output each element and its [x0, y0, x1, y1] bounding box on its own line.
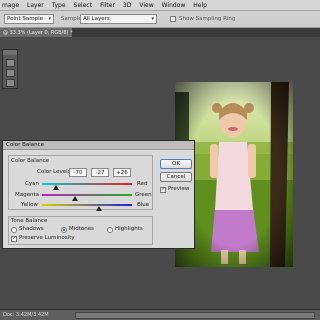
- tool-icon[interactable]: [6, 69, 15, 77]
- shadows-radio[interactable]: [11, 227, 17, 233]
- highlights-radio[interactable]: [107, 227, 113, 233]
- dialog-title[interactable]: Color Balance: [3, 141, 194, 150]
- preview-checkbox[interactable]: ✓: [160, 187, 166, 193]
- show-ring-label: Show Sampling Ring: [179, 16, 236, 22]
- color-balance-group-title: Color Balance: [11, 158, 50, 164]
- green-label: Green: [135, 192, 152, 198]
- preview-label: Preview: [168, 186, 190, 192]
- red-label: Red: [137, 181, 148, 187]
- photoshop-window: mage Layer Type Select Filter 3D View Wi…: [0, 0, 320, 320]
- yellow-blue-slider[interactable]: [42, 204, 132, 206]
- menu-3d[interactable]: 3D: [123, 2, 131, 9]
- midtones-radio[interactable]: [61, 227, 67, 233]
- level-yellow-blue-input[interactable]: +26: [113, 168, 131, 177]
- cyan-label: Cyan: [25, 181, 39, 187]
- level-magenta-green-input[interactable]: -27: [91, 168, 109, 177]
- menu-type[interactable]: Type: [52, 2, 66, 9]
- preserve-luminosity-checkbox[interactable]: ✓: [11, 236, 17, 242]
- midtones-label: Midtones: [69, 226, 95, 232]
- menu-filter[interactable]: Filter: [100, 2, 115, 9]
- magenta-green-slider[interactable]: [42, 194, 132, 196]
- document-tab[interactable]: @ 33.3% (Layer 0, RGB/8) *: [0, 28, 73, 37]
- ok-button[interactable]: OK: [160, 159, 192, 169]
- cyan-red-slider-thumb[interactable]: [52, 185, 59, 190]
- menu-window[interactable]: Window: [162, 2, 186, 9]
- horizontal-scrollbar[interactable]: [75, 312, 315, 319]
- document-tab-bar: @ 33.3% (Layer 0, RGB/8) *: [0, 28, 320, 37]
- doc-size-text: Doc: 3.42M/3.42M: [3, 312, 49, 318]
- chevron-down-icon: ▾: [48, 16, 51, 22]
- sample-size-value: Point Sample: [7, 16, 44, 22]
- menu-image[interactable]: mage: [2, 2, 19, 9]
- menu-layer[interactable]: Layer: [27, 2, 44, 9]
- shadows-label: Shadows: [19, 226, 44, 232]
- blue-label: Blue: [137, 202, 150, 208]
- yellow-label: Yellow: [21, 202, 38, 208]
- highlights-label: Highlights: [115, 226, 143, 232]
- magenta-label: Magenta: [15, 192, 40, 198]
- tools-panel: [2, 49, 18, 89]
- panel-grip[interactable]: [3, 50, 17, 55]
- show-ring-checkbox[interactable]: [170, 16, 176, 22]
- yellow-blue-slider-thumb[interactable]: [95, 206, 102, 211]
- options-bar: Point Sample ▾ Sample: All Layers ▾ Show…: [0, 11, 320, 28]
- tool-icon[interactable]: [6, 79, 15, 87]
- menu-help[interactable]: Help: [193, 2, 207, 9]
- menu-select[interactable]: Select: [74, 2, 93, 9]
- menu-view[interactable]: View: [139, 2, 153, 9]
- sample-layers-value: All Layers: [83, 16, 110, 22]
- preserve-luminosity-label: Preserve Luminosity: [19, 235, 75, 241]
- color-balance-dialog: Color Balance Color Balance Color Levels…: [2, 140, 195, 249]
- chevron-down-icon: ▾: [151, 16, 154, 22]
- cancel-button[interactable]: Cancel: [160, 172, 192, 182]
- menu-bar: mage Layer Type Select Filter 3D View Wi…: [0, 0, 320, 11]
- tool-icon[interactable]: [6, 59, 15, 67]
- tone-balance-group-title: Tone Balance: [11, 218, 48, 224]
- magenta-green-slider-thumb[interactable]: [71, 196, 78, 201]
- sample-size-select[interactable]: Point Sample ▾: [4, 14, 54, 24]
- document-tab-title: @ 33.3% (Layer 0, RGB/8) *: [3, 29, 73, 36]
- sample-layers-select[interactable]: All Layers ▾: [80, 14, 157, 24]
- status-bar: Doc: 3.42M/3.42M: [0, 309, 320, 320]
- level-cyan-red-input[interactable]: -70: [69, 168, 87, 177]
- color-levels-label: Color Levels:: [37, 169, 73, 175]
